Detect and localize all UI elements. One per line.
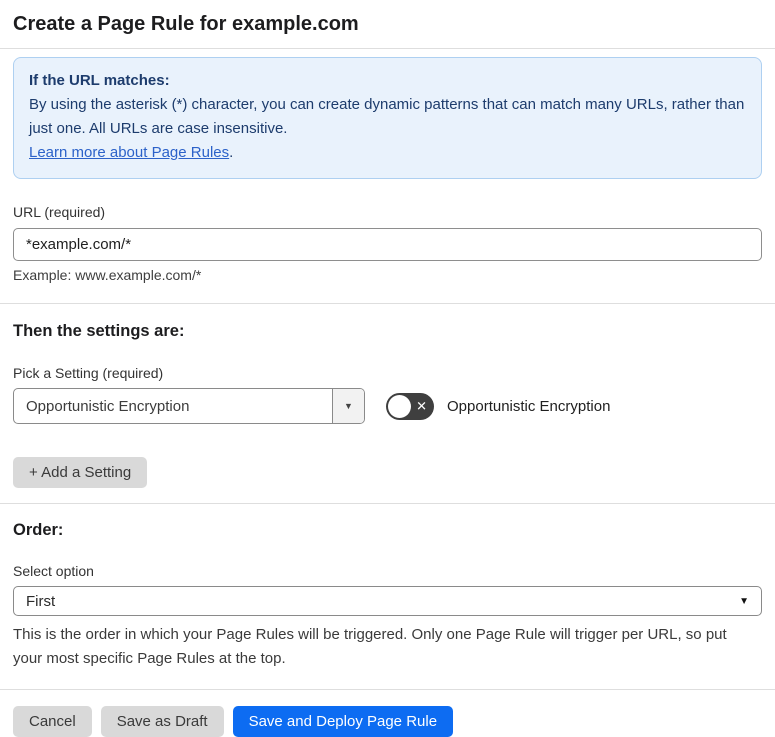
title-divider (0, 48, 775, 49)
footer-actions: Cancel Save as Draft Save and Deploy Pag… (13, 706, 762, 737)
order-description: This is the order in which your Page Rul… (13, 626, 727, 667)
chevron-down-icon: ▼ (739, 595, 749, 607)
info-box-heading: If the URL matches: (29, 72, 170, 89)
setting-row: Opportunistic Encryption ▼ ✕ Opportunist… (13, 388, 762, 424)
toggle-knob (388, 394, 411, 418)
order-heading: Order: (13, 521, 64, 539)
url-section-divider (0, 303, 775, 304)
url-label: URL (required) (13, 204, 106, 220)
order-select-value: First (26, 592, 56, 610)
settings-section-divider (0, 503, 775, 504)
learn-more-link[interactable]: Learn more about Page Rules (29, 144, 229, 161)
select-option-label: Select option (13, 563, 94, 579)
cancel-button[interactable]: Cancel (13, 706, 92, 737)
toggle-off-x-icon: ✕ (416, 398, 427, 414)
order-select[interactable]: First ▼ (13, 586, 762, 616)
setting-select-value: Opportunistic Encryption (26, 397, 190, 415)
create-page-rule-form: Create a Page Rule for example.com If th… (0, 0, 775, 737)
page-title: Create a Page Rule for example.com (13, 13, 359, 35)
settings-heading: Then the settings are: (13, 322, 185, 340)
url-input[interactable] (13, 228, 762, 261)
toggle-label: Opportunistic Encryption (447, 397, 611, 415)
pick-setting-label: Pick a Setting (required) (13, 365, 164, 381)
save-and-deploy-button[interactable]: Save and Deploy Page Rule (232, 706, 454, 737)
opportunistic-encryption-toggle[interactable]: ✕ (386, 392, 434, 420)
save-as-draft-button[interactable]: Save as Draft (100, 706, 224, 737)
info-box-link-line: Learn more about Page Rules. (29, 141, 746, 165)
url-matches-info-box: If the URL matches: By using the asteris… (13, 57, 762, 179)
setting-select[interactable]: Opportunistic Encryption ▼ (13, 388, 365, 424)
setting-toggle-group: ✕ Opportunistic Encryption (386, 392, 611, 420)
link-suffix: . (229, 144, 234, 161)
url-example-text: Example: www.example.com/* (13, 267, 202, 283)
footer-divider (0, 689, 775, 690)
chevron-down-icon[interactable]: ▼ (332, 389, 364, 423)
info-box-body: By using the asterisk (*) character, you… (29, 96, 745, 137)
add-setting-button[interactable]: + Add a Setting (13, 457, 148, 488)
